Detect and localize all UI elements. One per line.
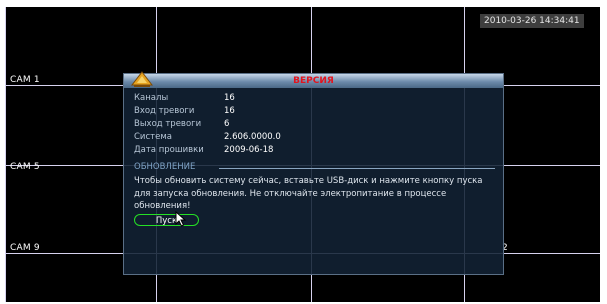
camera-label: CAM 9	[10, 243, 40, 253]
mouse-cursor-icon	[175, 211, 187, 227]
dialog-titlebar[interactable]: ВЕРСИЯ	[124, 71, 503, 88]
info-value: 16	[224, 93, 235, 103]
version-dialog: ВЕРСИЯ Каналы 16 Вход тревоги 16 Выход т…	[123, 71, 504, 275]
info-label: Система	[134, 132, 172, 142]
info-value: 16	[224, 106, 235, 116]
timestamp-overlay: 2010-03-26 14:34:41	[480, 14, 584, 28]
info-value: 6	[224, 119, 230, 129]
app-logo-icon	[130, 71, 154, 87]
info-label: Выход тревоги	[134, 119, 202, 129]
dialog-title: ВЕРСИЯ	[293, 76, 334, 86]
dvr-screen: CAM 1 CAM 5 CAM 9 2 2010-03-26 14:34:41 …	[5, 7, 600, 302]
grid-line	[5, 7, 6, 302]
info-value: 2009-06-18	[224, 145, 274, 155]
info-label: Дата прошивки	[134, 145, 204, 155]
section-divider	[219, 168, 495, 169]
camera-label: CAM 5	[10, 162, 40, 172]
info-label: Каналы	[134, 93, 169, 103]
camera-label: CAM 1	[10, 75, 40, 85]
start-button[interactable]: Пуск	[134, 214, 199, 226]
update-section-title: ОБНОВЛЕНИЕ	[134, 162, 196, 172]
info-value: 2.606.0000.0	[224, 132, 281, 142]
info-label: Вход тревоги	[134, 106, 195, 116]
update-message: Чтобы обновить систему сейчас, вставьте …	[134, 176, 483, 211]
